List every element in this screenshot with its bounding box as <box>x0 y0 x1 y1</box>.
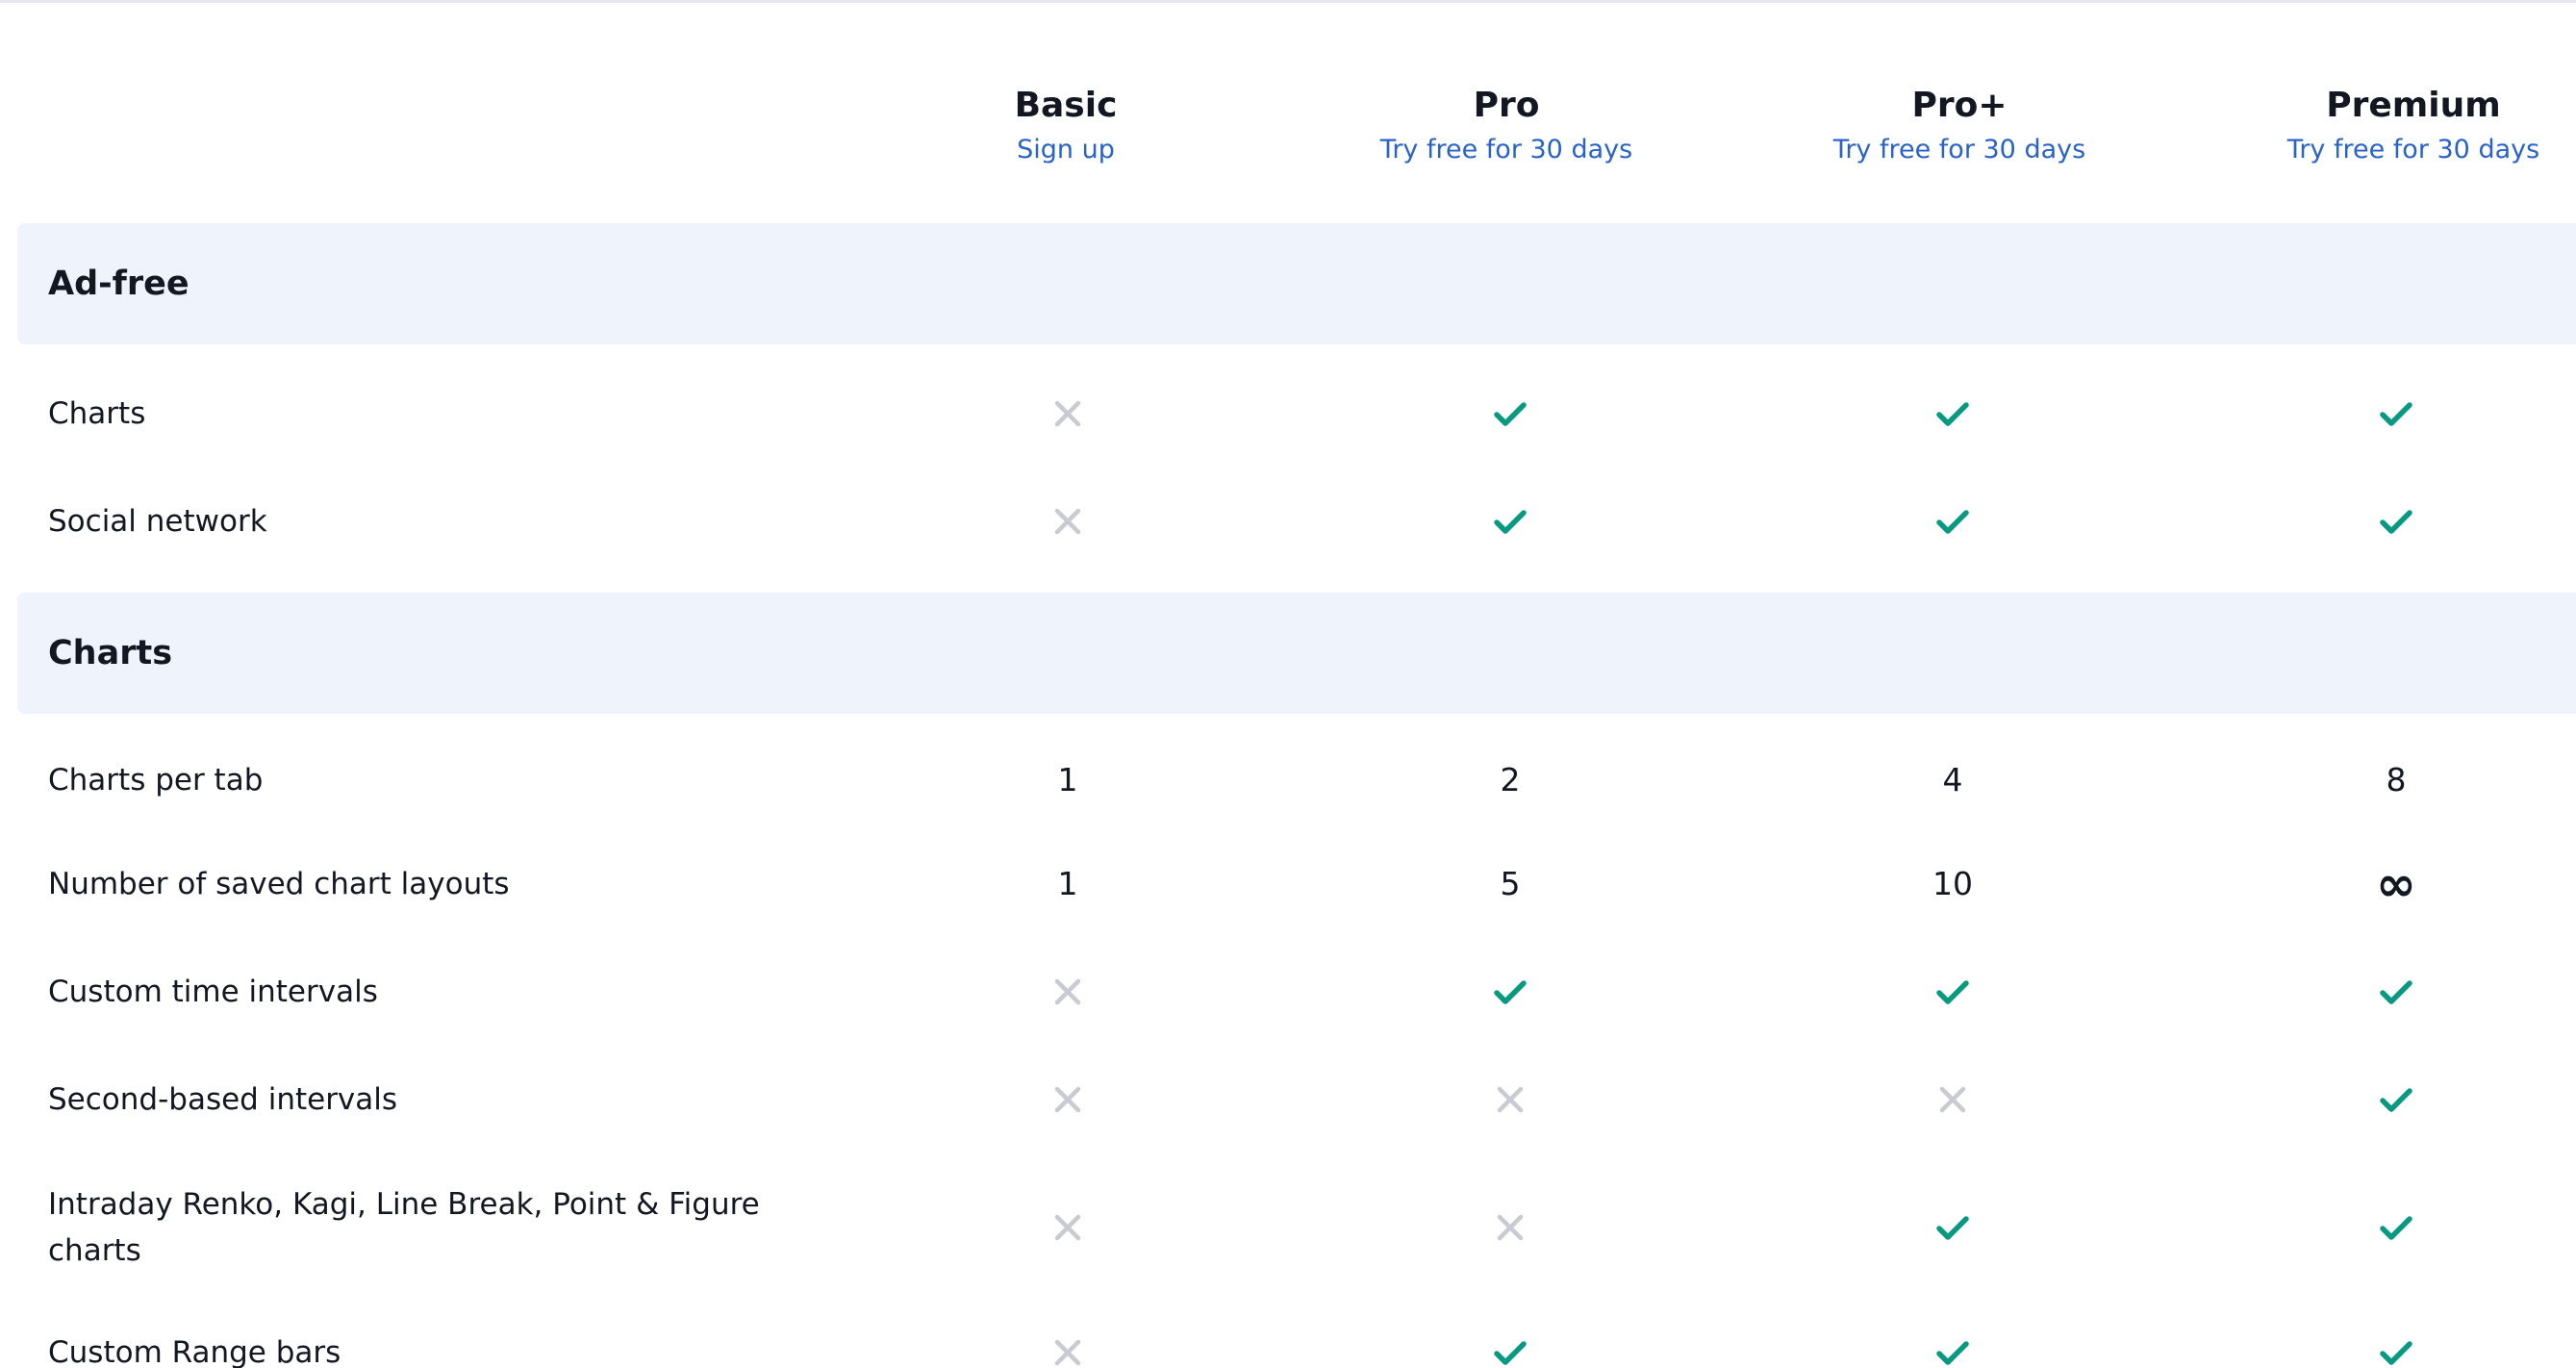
feature-label: Intraday Renko, Kagi, Line Break, Point … <box>48 1187 760 1268</box>
plan-trial-link[interactable]: Try free for 30 days <box>1304 131 1708 169</box>
feature-value: 4 <box>1942 761 1963 798</box>
feature-cell: 2 <box>1452 757 1568 803</box>
top-divider <box>0 0 2576 3</box>
check-icon <box>1936 1341 1969 1365</box>
feature-cell <box>1010 498 1125 541</box>
plan-name: Pro+ <box>1911 86 2008 125</box>
check-icon <box>1494 1341 1527 1365</box>
section-title: Charts <box>48 634 173 672</box>
feature-cell <box>2338 391 2454 433</box>
plan-header-pro-plus: Pro+ Try free for 30 days <box>1757 81 2161 169</box>
feature-label: Custom time intervals <box>48 975 378 1009</box>
feature-cell <box>2338 498 2454 541</box>
cross-icon <box>1497 1214 1524 1241</box>
feature-cell <box>1895 498 2010 541</box>
check-icon <box>2380 1341 2412 1365</box>
feature-cell <box>1895 969 2010 1011</box>
feature-label: Custom Range bars <box>48 1335 341 1368</box>
plan-signup-link[interactable]: Sign up <box>864 131 1268 169</box>
feature-cell <box>1895 1204 2010 1247</box>
feature-cell: 4 <box>1895 757 2010 803</box>
section-header-ad-free: Ad-free <box>17 223 2576 344</box>
check-icon <box>1936 402 1969 426</box>
cross-icon <box>1054 508 1081 535</box>
plan-header-basic: Basic Sign up <box>864 81 1268 169</box>
check-icon <box>1494 402 1527 426</box>
plan-header-pro: Pro Try free for 30 days <box>1304 81 1708 169</box>
feature-value: ∞ <box>2376 856 2416 912</box>
feature-label: Charts <box>48 396 146 431</box>
feature-value: 5 <box>1500 865 1521 902</box>
feature-label: Charts per tab <box>48 763 264 798</box>
feature-cell <box>1452 1204 1568 1247</box>
feature-cell: ∞ <box>2338 860 2454 913</box>
check-icon <box>1494 510 1527 534</box>
feature-cell <box>2338 969 2454 1011</box>
feature-cell: 8 <box>2338 757 2454 803</box>
check-icon <box>1936 510 1969 534</box>
cross-icon <box>1939 1086 1966 1113</box>
check-icon <box>1494 980 1527 1004</box>
feature-cell <box>1452 1330 1568 1368</box>
check-icon <box>2380 510 2412 534</box>
feature-cell <box>1895 1077 2010 1119</box>
section-title: Ad-free <box>48 265 189 303</box>
check-icon <box>2380 1088 2412 1112</box>
feature-cell: 5 <box>1452 861 1568 907</box>
feature-value: 8 <box>2386 761 2407 798</box>
feature-cell <box>1452 498 1568 541</box>
feature-cell <box>1452 391 1568 433</box>
check-icon <box>2380 980 2412 1004</box>
feature-cell <box>1452 969 1568 1011</box>
check-icon <box>1936 1216 1969 1240</box>
plan-name: Pro <box>1473 86 1540 125</box>
feature-cell <box>1010 1204 1125 1247</box>
feature-label: Social network <box>48 504 267 539</box>
check-icon <box>1936 980 1969 1004</box>
feature-cell <box>1010 969 1125 1011</box>
feature-cell <box>2338 1077 2454 1119</box>
plan-header-premium: Premium Try free for 30 days <box>2211 81 2576 169</box>
plan-comparison-page: Basic Sign up Pro Try free for 30 days P… <box>0 0 2576 1368</box>
cross-icon <box>1054 978 1081 1005</box>
feature-value: 10 <box>1932 865 1973 902</box>
feature-cell <box>2338 1204 2454 1247</box>
feature-cell <box>1010 1077 1125 1119</box>
plan-name: Basic <box>1014 86 1118 125</box>
feature-cell <box>1895 1330 2010 1368</box>
plan-trial-link[interactable]: Try free for 30 days <box>1757 131 2161 169</box>
feature-cell <box>1010 391 1125 433</box>
feature-cell <box>2338 1330 2454 1368</box>
feature-cell: 1 <box>1010 757 1125 803</box>
feature-cell <box>1452 1077 1568 1119</box>
feature-value: 1 <box>1057 761 1078 798</box>
section-header-charts: Charts <box>17 593 2576 714</box>
feature-value: 1 <box>1057 865 1078 902</box>
cross-icon <box>1054 1339 1081 1366</box>
plan-name: Premium <box>2326 86 2501 125</box>
feature-cell: 10 <box>1895 861 2010 907</box>
cross-icon <box>1054 1086 1081 1113</box>
feature-value: 2 <box>1500 761 1521 798</box>
check-icon <box>2380 402 2412 426</box>
feature-cell <box>1010 1330 1125 1368</box>
cross-icon <box>1054 1214 1081 1241</box>
cross-icon <box>1054 400 1081 427</box>
feature-cell: 1 <box>1010 861 1125 907</box>
feature-label: Second-based intervals <box>48 1082 398 1117</box>
plan-trial-link[interactable]: Try free for 30 days <box>2211 131 2576 169</box>
feature-label: Number of saved chart layouts <box>48 867 510 901</box>
cross-icon <box>1497 1086 1524 1113</box>
feature-cell <box>1895 391 2010 433</box>
check-icon <box>2380 1216 2412 1240</box>
